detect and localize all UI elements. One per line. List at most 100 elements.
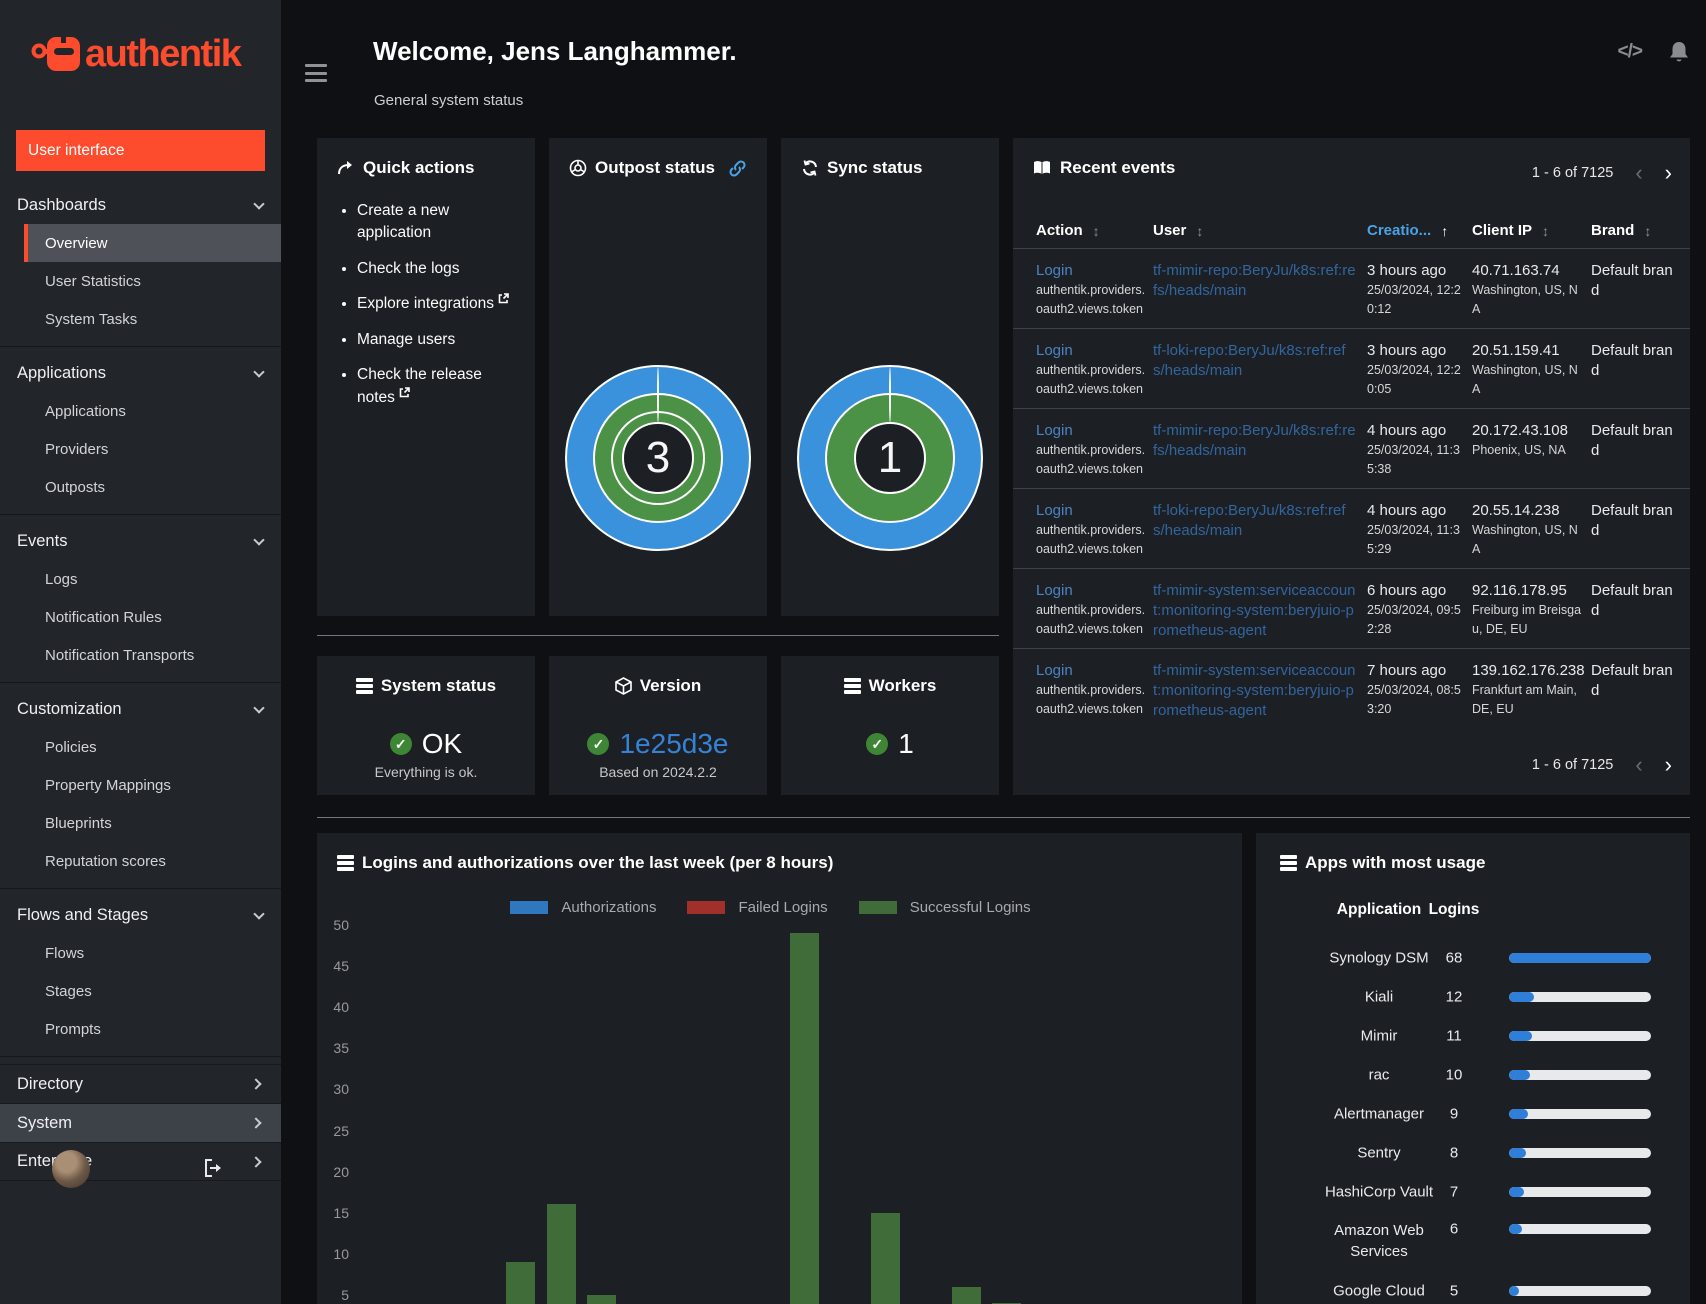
sidebar-item-flows[interactable]: Flows: [0, 934, 281, 972]
pagination-prev-icon[interactable]: ‹: [1635, 752, 1642, 778]
event-action-link[interactable]: Login: [1036, 342, 1073, 359]
sidebar-item-directory[interactable]: Directory: [0, 1064, 281, 1103]
sidebar-item-prompts[interactable]: Prompts: [0, 1010, 281, 1048]
event-user-link[interactable]: tf-mimir-system:serviceaccount:monitorin…: [1153, 581, 1357, 641]
app-usage-progress: [1509, 1069, 1651, 1080]
app-usage-progress: [1509, 1224, 1651, 1234]
column-header-action[interactable]: Action ↕: [1036, 222, 1100, 239]
event-user-link[interactable]: tf-mimir-system:serviceaccount:monitorin…: [1153, 661, 1357, 721]
app-usage-progress: [1509, 991, 1651, 1002]
event-brand: Default brand: [1591, 342, 1673, 379]
app-logins: 5: [1449, 1282, 1459, 1299]
sidebar-item-reputation-scores[interactable]: Reputation scores: [0, 842, 281, 880]
divider: [0, 888, 281, 889]
event-action-link[interactable]: Login: [1036, 422, 1073, 439]
event-action-link[interactable]: Login: [1036, 662, 1073, 679]
sidebar-item-notification-transports[interactable]: Notification Transports: [0, 636, 281, 674]
pagination-prev-icon[interactable]: ‹: [1635, 160, 1642, 186]
notifications-bell-icon[interactable]: [1668, 40, 1690, 64]
sidebar-group-events[interactable]: Events: [0, 522, 281, 560]
quick-actions-card: Quick actions Create a new application C…: [317, 138, 535, 616]
event-location: Frankfurt am Main, DE, EU: [1472, 683, 1577, 716]
sidebar-group-flows-and-stages[interactable]: Flows and Stages: [0, 896, 281, 934]
quick-actions-icon: [337, 160, 355, 176]
sidebar-item-providers[interactable]: Providers: [0, 430, 281, 468]
recent-events-title: Recent events: [1060, 158, 1176, 177]
outpost-link-icon[interactable]: [729, 159, 746, 177]
event-user-link[interactable]: tf-loki-repo:BeryJu/k8s:ref:refs/heads/m…: [1153, 341, 1357, 381]
sort-icon: ↕: [1644, 222, 1652, 239]
chevron-down-icon: [253, 197, 265, 210]
server-icon: [843, 678, 861, 694]
avatar[interactable]: [52, 1150, 90, 1188]
app-logins: 11: [1446, 1027, 1462, 1044]
event-action-link[interactable]: Login: [1036, 582, 1073, 599]
quick-action-create-application[interactable]: Create a new application: [357, 200, 521, 245]
pagination-next-icon[interactable]: ›: [1665, 160, 1672, 186]
sidebar-item-notification-rules[interactable]: Notification Rules: [0, 598, 281, 636]
sidebar-group-customization[interactable]: Customization: [0, 690, 281, 728]
sidebar-group-applications[interactable]: Applications: [0, 354, 281, 392]
divider: [0, 514, 281, 515]
sidebar-item-user-statistics[interactable]: User Statistics: [0, 262, 281, 300]
bar-successful-logins: [870, 1212, 900, 1304]
sidebar-item-outposts[interactable]: Outposts: [0, 468, 281, 506]
event-location: Phoenix, US, NA: [1472, 443, 1566, 457]
event-brand: Default brand: [1591, 422, 1673, 459]
user-interface-button[interactable]: User interface: [16, 130, 265, 171]
event-client-ip: 92.116.178.95: [1472, 582, 1567, 599]
sidebar-item-system-tasks[interactable]: System Tasks: [0, 300, 281, 338]
event-timestamp: 25/03/2024, 11:35:38: [1367, 443, 1460, 476]
apps-usage-table: Synology DSM 68 Kiali 12 Mimir 11 rac 10…: [1256, 938, 1690, 1304]
sidebar-item-logs[interactable]: Logs: [0, 560, 281, 598]
event-timestamp: 25/03/2024, 09:52:28: [1367, 603, 1461, 636]
app-usage-progress: [1509, 1108, 1651, 1119]
column-header-creation-date[interactable]: Creatio... ↑: [1367, 222, 1448, 239]
sign-out-icon[interactable]: [203, 1158, 225, 1178]
version-title: Version: [639, 676, 702, 695]
sidebar-group-dashboards[interactable]: Dashboards: [0, 186, 281, 224]
sidebar-item-stages[interactable]: Stages: [0, 972, 281, 1010]
column-header-client-ip[interactable]: Client IP ↕: [1472, 222, 1549, 239]
column-header-user[interactable]: User ↕: [1153, 222, 1203, 239]
event-location: Washington, US, NA: [1472, 363, 1578, 396]
sidebar-item-property-mappings[interactable]: Property Mappings: [0, 766, 281, 804]
version-value-link[interactable]: 1e25d3e: [619, 728, 728, 760]
sidebar-item-system[interactable]: System: [0, 1103, 281, 1142]
api-code-icon[interactable]: </>: [1618, 41, 1644, 63]
sidebar-item-blueprints[interactable]: Blueprints: [0, 804, 281, 842]
outpost-status-card: Outpost status 3: [549, 138, 767, 616]
menu-icon[interactable]: [305, 64, 327, 87]
sidebar-item-policies[interactable]: Policies: [0, 728, 281, 766]
quick-action-check-logs[interactable]: Check the logs: [357, 258, 521, 280]
sidebar-item-overview[interactable]: Overview: [24, 224, 281, 262]
page-header: Welcome, Jens Langhammer. General system…: [281, 0, 1706, 118]
quick-action-release-notes[interactable]: Check the release notes: [357, 364, 521, 409]
workers-card: Workers ✓ 1: [781, 656, 999, 795]
event-client-ip: 20.51.159.41: [1472, 342, 1560, 359]
check-circle-icon: ✓: [389, 733, 412, 755]
quick-action-manage-users[interactable]: Manage users: [357, 329, 521, 351]
event-action-link[interactable]: Login: [1036, 502, 1073, 519]
event-user-link[interactable]: tf-mimir-repo:BeryJu/k8s:ref:refs/heads/…: [1153, 421, 1357, 461]
app-usage-progress: [1509, 952, 1651, 963]
event-user-link[interactable]: tf-loki-repo:BeryJu/k8s:ref:refs/heads/m…: [1153, 501, 1357, 541]
chevron-right-icon: [250, 1155, 262, 1168]
bar-successful-logins: [546, 1204, 576, 1304]
event-action-link[interactable]: Login: [1036, 262, 1073, 279]
pagination-next-icon[interactable]: ›: [1665, 752, 1672, 778]
quick-action-explore-integrations[interactable]: Explore integrations: [357, 293, 521, 315]
bar-successful-logins: [789, 933, 819, 1304]
events-table-body: Login authentik.providers.oauth2.views.to…: [1013, 248, 1690, 728]
event-user-link[interactable]: tf-mimir-repo:BeryJu/k8s:ref:refs/heads/…: [1153, 261, 1357, 301]
column-header-brand[interactable]: Brand ↕: [1591, 222, 1651, 239]
app-usage-progress: [1509, 1186, 1651, 1197]
sidebar-item-applications[interactable]: Applications: [0, 392, 281, 430]
event-row: Login authentik.providers.oauth2.views.to…: [1013, 408, 1690, 488]
app-usage-progress: [1509, 1285, 1651, 1296]
app-usage-row: rac 10: [1256, 1055, 1690, 1094]
outpost-status-donut-chart: 3: [565, 365, 751, 551]
sidebar-nav: Dashboards Overview User Statistics Syst…: [0, 186, 281, 1181]
sidebar-item-enterprise[interactable]: Enterprise: [0, 1142, 281, 1181]
event-brand: Default brand: [1591, 262, 1673, 299]
